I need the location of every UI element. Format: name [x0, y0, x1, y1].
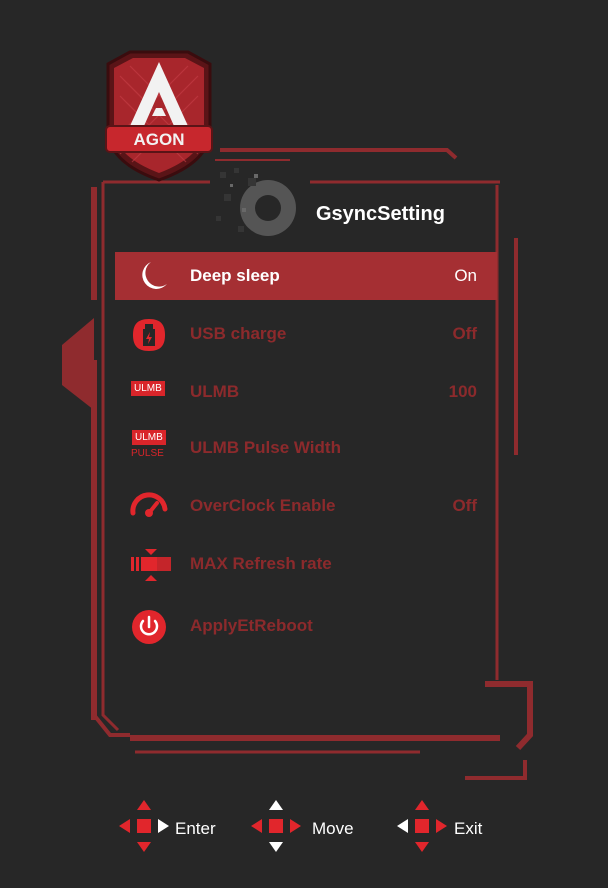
menu-item-label: OverClock Enable: [190, 496, 336, 515]
usb-charge-icon: [129, 317, 169, 351]
menu-item-max-refresh-rate[interactable]: MAX Refresh rate: [115, 540, 497, 588]
dpad-exit-icon: [397, 800, 447, 852]
agon-logo: AGON: [100, 46, 218, 182]
menu-item-value: On: [454, 266, 477, 285]
menu-item-label: ULMB Pulse Width: [190, 438, 341, 457]
page-title: GsyncSetting: [316, 203, 445, 225]
power-icon: [129, 609, 169, 644]
ulmb-icon: ULMB: [131, 381, 165, 396]
refresh-rate-icon: [129, 547, 171, 581]
menu-item-deep-sleep[interactable]: Deep sleep On: [115, 252, 497, 300]
menu-item-label: ULMB: [190, 382, 240, 401]
menu-item-label: Deep sleep: [190, 266, 280, 285]
menu-item-label: USB charge: [190, 324, 287, 343]
enter-label: Enter: [175, 819, 216, 838]
exit-label: Exit: [454, 819, 483, 838]
pulse-icon-label: PULSE: [131, 448, 164, 459]
exit-hint: Exit: [396, 798, 496, 854]
menu-item-usb-charge[interactable]: USB charge Off: [115, 310, 497, 358]
menu-item-ulmb-pulse-width[interactable]: ULMB PULSE ULMB Pulse Width: [115, 424, 497, 472]
dpad-enter-icon: [119, 800, 169, 852]
menu-item-label: MAX Refresh rate: [190, 554, 332, 573]
svg-text:AGON: AGON: [134, 130, 185, 149]
move-hint: Move: [250, 798, 360, 854]
menu-item-label: ApplyEtReboot: [190, 616, 313, 635]
menu-item-apply-et-reboot[interactable]: ApplyEtReboot: [115, 602, 497, 650]
menu-item-value: Off: [452, 496, 477, 515]
speedometer-icon: [129, 489, 169, 523]
enter-hint: Enter: [118, 798, 228, 854]
move-label: Move: [312, 819, 354, 838]
menu-item-value: Off: [452, 324, 477, 343]
settings-gear-icon: [212, 164, 308, 250]
ulmb-pulse-icon: ULMB: [132, 430, 166, 445]
menu-item-value: 100: [448, 382, 477, 401]
menu-item-ulmb[interactable]: ULMB ULMB 100: [115, 368, 497, 416]
menu-item-overclock-enable[interactable]: OverClock Enable Off: [115, 482, 497, 530]
dpad-move-icon: [251, 800, 301, 852]
moon-icon: [129, 259, 169, 293]
